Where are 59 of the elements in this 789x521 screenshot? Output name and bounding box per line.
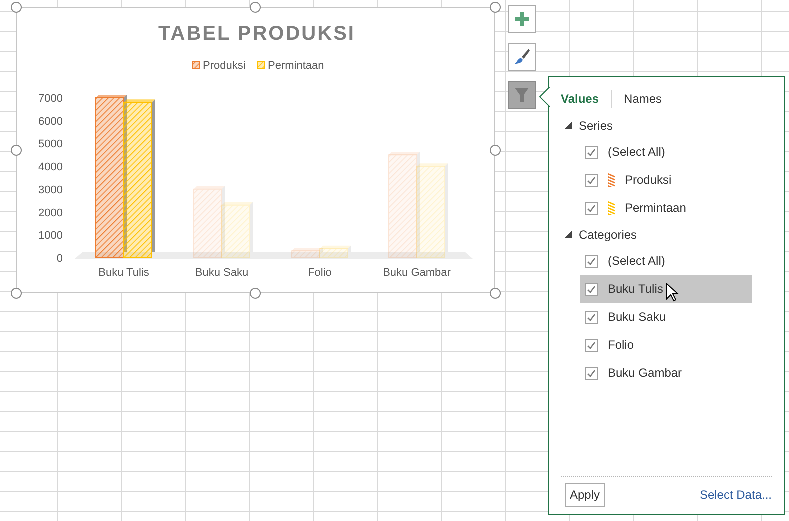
brush-button[interactable] (508, 43, 536, 71)
checkbox[interactable] (585, 282, 598, 296)
resize-handle[interactable] (250, 288, 261, 299)
legend-label: Permintaan (268, 60, 324, 72)
resize-handle[interactable] (490, 288, 501, 299)
checkbox[interactable] (585, 310, 598, 324)
axis-label: 7000 (38, 93, 63, 105)
chart-area[interactable]: TABEL PRODUKSI Produksi Permintaan 0 1000 2000 3000 4000 5000 6000 7000 Buku Tulis Buku Saku Folio Buku Gambar (16, 7, 495, 293)
legend-swatch (192, 62, 200, 70)
axis-label: 4000 (38, 162, 63, 174)
filter-icon (513, 86, 531, 104)
apply-button[interactable]: Apply (565, 483, 606, 507)
axis-label: Buku Saku (195, 267, 249, 279)
filter-item[interactable]: Produksi (580, 166, 752, 194)
add-element-button[interactable] (508, 5, 536, 33)
checkbox[interactable] (585, 202, 598, 214)
resize-handle[interactable] (11, 2, 22, 13)
axis-label: 2000 (38, 207, 63, 220)
axis-label: Buku Tulis (98, 267, 150, 279)
filter-item[interactable]: Buku Saku (580, 303, 752, 331)
plus-icon (513, 10, 531, 28)
filter-item[interactable]: Permintaan (580, 194, 752, 222)
axis-label: 3000 (38, 184, 63, 196)
checkbox[interactable] (585, 146, 598, 158)
select-data-link[interactable]: Select Data... (700, 486, 772, 504)
legend-swatch (258, 62, 266, 70)
brush-icon (513, 48, 531, 66)
checkbox[interactable] (585, 366, 598, 380)
filter-item[interactable]: Buku Gambar (580, 359, 752, 387)
resize-handle[interactable] (490, 2, 501, 13)
cursor-icon (666, 283, 680, 303)
resize-handle[interactable] (490, 145, 501, 156)
filter-item[interactable]: Buku Tulis (580, 275, 752, 303)
axis-label: 0 (56, 253, 63, 265)
checkbox[interactable] (585, 338, 598, 352)
chart-title: TABEL PRODUKSI (158, 23, 356, 45)
axis-label: Buku Gambar (383, 267, 451, 279)
filter-item[interactable]: (Select All) (580, 247, 752, 275)
axis-label: 6000 (38, 116, 63, 128)
tab[interactable]: Values (549, 90, 612, 108)
collapse-icon[interactable] (565, 231, 572, 238)
filter-item[interactable]: Folio (580, 331, 752, 359)
axis-label: 1000 (38, 230, 63, 242)
bar (222, 204, 250, 258)
bar (194, 188, 222, 258)
resize-handle[interactable] (11, 288, 22, 299)
legend-label: Produksi (203, 60, 246, 72)
section-header: Series (579, 118, 614, 134)
axis-label: 5000 (38, 138, 63, 151)
checkbox[interactable] (585, 174, 598, 186)
collapse-icon[interactable] (565, 122, 572, 129)
checkbox[interactable] (585, 254, 598, 268)
resize-handle[interactable] (11, 145, 22, 156)
resize-handle[interactable] (250, 2, 261, 13)
bar (320, 248, 348, 258)
axis-label: Folio (308, 267, 332, 279)
filter-item[interactable]: (Select All) (580, 138, 752, 166)
tab[interactable]: Names (612, 90, 674, 108)
section-header: Categories (579, 226, 638, 244)
